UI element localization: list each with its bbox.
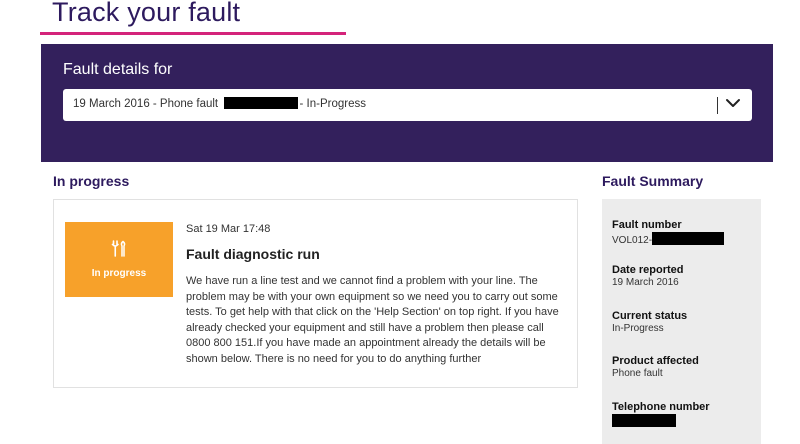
fault-details-panel: Fault details for 19 March 2016 - Phone … xyxy=(41,44,773,162)
summary-date-reported: Date reported 19 March 2016 xyxy=(612,264,684,288)
current-status-label: Current status xyxy=(612,310,688,322)
redacted-telephone-number xyxy=(612,414,676,427)
fault-summary-heading: Fault Summary xyxy=(602,173,704,189)
fault-number-value: VOL012- xyxy=(612,232,725,246)
tools-icon xyxy=(111,240,126,257)
fault-number-prefix: VOL012- xyxy=(612,235,653,246)
summary-fault-number: Fault number VOL012- xyxy=(612,219,725,246)
current-status-value: In-Progress xyxy=(612,323,664,334)
telephone-number-label: Telephone number xyxy=(612,401,710,413)
page-title: Track your fault xyxy=(52,0,241,27)
status-tile-label: In progress xyxy=(91,268,147,279)
fault-select-suffix: - In-Progress xyxy=(299,98,366,110)
summary-product-affected: Product affected Phone fault xyxy=(612,355,699,379)
update-message: We have run a line test and we cannot fi… xyxy=(186,275,559,365)
redacted-fault-ref xyxy=(224,97,299,109)
fault-details-heading: Fault details for xyxy=(63,61,173,78)
redacted-fault-number xyxy=(652,232,725,245)
update-timestamp: Sat 19 Mar 17:48 xyxy=(186,223,271,235)
fault-select-dropdown[interactable]: 19 March 2016 - Phone fault - In-Progres… xyxy=(63,89,752,121)
chevron-down-icon[interactable] xyxy=(724,94,742,112)
summary-current-status: Current status In-Progress xyxy=(612,310,687,334)
fault-number-label: Fault number xyxy=(612,219,682,231)
product-affected-value: Phone fault xyxy=(612,368,663,379)
date-reported-value: 19 March 2016 xyxy=(612,277,679,288)
select-divider xyxy=(717,97,718,114)
fault-select-value: 19 March 2016 - Phone fault - In-Progres… xyxy=(73,97,366,110)
title-underline xyxy=(40,32,346,35)
product-affected-label: Product affected xyxy=(612,355,699,367)
fault-summary-panel: Fault number VOL012- Date reported 19 Ma… xyxy=(602,199,761,444)
date-reported-label: Date reported xyxy=(612,264,684,276)
status-tile: In progress xyxy=(65,222,173,297)
summary-telephone-number: Telephone number xyxy=(612,401,710,428)
telephone-number-value xyxy=(612,414,710,428)
in-progress-heading: In progress xyxy=(53,173,130,189)
progress-card: In progress Sat 19 Mar 17:48 Fault diagn… xyxy=(53,199,578,388)
update-title: Fault diagnostic run xyxy=(186,246,320,262)
fault-select-prefix: 19 March 2016 - Phone fault xyxy=(73,98,219,110)
